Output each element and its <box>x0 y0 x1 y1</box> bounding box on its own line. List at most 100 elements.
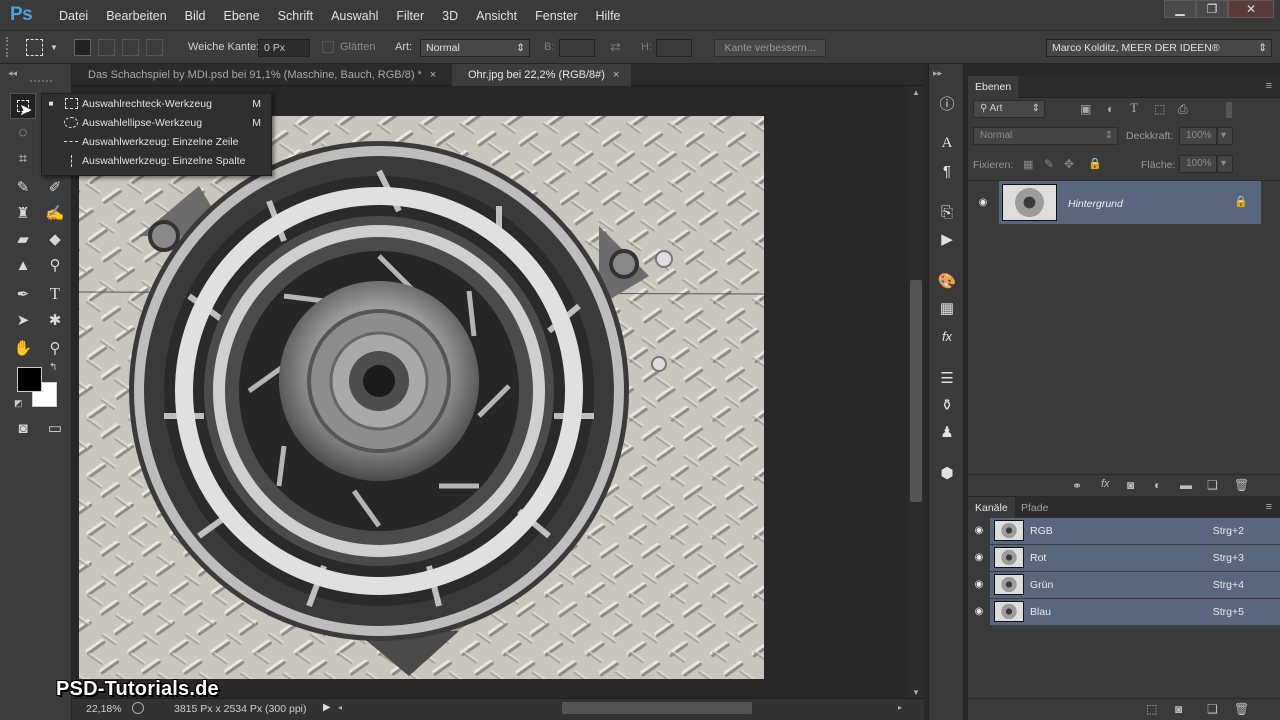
add-to-selection-icon[interactable] <box>98 39 115 56</box>
new-group-icon[interactable]: ▬ <box>1180 478 1192 492</box>
menu-bearbeiten[interactable]: Bearbeiten <box>97 9 175 23</box>
tab-schachspiel[interactable]: Das Schachspiel by MDI.psd bei 91,1% (Ma… <box>72 64 448 86</box>
add-mask-icon[interactable]: ◙ <box>1127 478 1134 492</box>
menu-filter[interactable]: Filter <box>387 9 433 23</box>
opacity-dropdown-icon[interactable]: ▾ <box>1217 127 1233 145</box>
filter-toggle-switch[interactable] <box>1226 102 1232 118</box>
new-selection-icon[interactable] <box>74 39 91 56</box>
export-icon[interactable] <box>132 702 144 714</box>
paint-bucket-tool[interactable]: ◆ <box>42 226 68 252</box>
delete-layer-icon[interactable]: 🗑 <box>1234 478 1249 492</box>
filter-type-icon[interactable]: T <box>1130 100 1138 116</box>
screen-mode-button[interactable]: ▭ <box>42 415 68 441</box>
channel-row-rot[interactable]: ◉ Rot Strg+3 <box>968 545 1280 571</box>
width-input[interactable] <box>559 39 595 57</box>
channel-row-rgb[interactable]: ◉ RGB Strg+2 <box>968 518 1280 544</box>
tab-kanaele[interactable]: Kanäle <box>968 497 1015 519</box>
blur-tool[interactable]: ▲ <box>10 252 36 278</box>
vertical-scroll-thumb[interactable] <box>910 280 922 502</box>
panel-menu-icon[interactable]: ≡ <box>1266 501 1272 513</box>
filter-pixel-icon[interactable]: ▣ <box>1080 102 1091 116</box>
menu-hilfe[interactable]: Hilfe <box>587 9 630 23</box>
clone-source-icon[interactable]: ♟ <box>935 420 959 444</box>
opacity-input[interactable]: 100% <box>1179 127 1217 145</box>
tab-ohr[interactable]: Ohr.jpg bei 22,2% (RGB/8#) × <box>452 64 632 86</box>
menu-3d[interactable]: 3D <box>433 9 467 23</box>
info-panel-icon[interactable]: ⓘ <box>935 91 959 115</box>
tab-pfade[interactable]: Pfade <box>1014 497 1055 519</box>
scroll-right-icon[interactable]: ▸ <box>898 703 902 712</box>
scroll-left-icon[interactable]: ◂ <box>338 703 342 712</box>
feather-input[interactable]: 0 Px <box>258 39 310 57</box>
menu-ebene[interactable]: Ebene <box>215 9 269 23</box>
tab-ebenen[interactable]: Ebenen <box>968 76 1019 98</box>
preset-dropdown-icon[interactable]: ▼ <box>50 43 58 52</box>
minimize-button[interactable]: ▁ <box>1164 0 1196 18</box>
workspace-select[interactable]: Marco Kolditz, MEER DER IDEEN® ⇕ <box>1046 39 1272 57</box>
lock-pixels-icon[interactable]: ✎ <box>1044 157 1054 171</box>
options-grip[interactable] <box>6 37 12 57</box>
quick-mask-button[interactable]: ◙ <box>10 415 36 441</box>
link-layers-icon[interactable]: ⚭ <box>1072 479 1082 493</box>
refine-edge-button[interactable]: Kante verbessern... <box>714 39 826 57</box>
flyout-single-row-marquee[interactable]: Auswahlwerkzeug: Einzelne Zeile <box>42 132 271 151</box>
custom-shape-tool[interactable]: ✱ <box>42 307 68 333</box>
height-input[interactable] <box>656 39 692 57</box>
fill-input[interactable]: 100% <box>1179 155 1217 173</box>
status-menu-arrow-icon[interactable]: ▶ <box>323 702 331 713</box>
hand-tool[interactable]: ✋ <box>10 335 36 361</box>
flyout-single-column-marquee[interactable]: Auswahlwerkzeug: Einzelne Spalte <box>42 151 271 170</box>
default-colors-icon[interactable]: ◩ <box>14 398 23 409</box>
filter-shape-icon[interactable]: ⬚ <box>1154 102 1165 116</box>
pen-tool[interactable]: ✒ <box>10 281 36 307</box>
layer-name[interactable]: Hintergrund <box>1068 198 1123 210</box>
visibility-cell[interactable]: ◉ <box>968 518 990 544</box>
foreground-color-front[interactable] <box>17 367 42 392</box>
history-panel-icon[interactable]: ⎘ <box>935 200 959 224</box>
document-image[interactable] <box>79 116 764 679</box>
panel-menu-icon[interactable]: ≡ <box>1266 80 1272 92</box>
paragraph-panel-icon[interactable]: ¶ <box>935 159 959 183</box>
lock-transparency-icon[interactable]: ▦ <box>1023 158 1033 171</box>
layer-filter-select[interactable]: ⚲ Art ⇕ <box>973 100 1045 118</box>
menu-ansicht[interactable]: Ansicht <box>467 9 526 23</box>
collapse-toolbar-icon[interactable]: ◂◂ <box>8 68 17 79</box>
marquee-tool-preset-icon[interactable] <box>26 39 43 56</box>
flyout-elliptical-marquee[interactable]: Auswahlellipse-Werkzeug M <box>42 113 271 132</box>
subtract-selection-icon[interactable] <box>122 39 139 56</box>
channel-row-gruen[interactable]: ◉ Grün Strg+4 <box>968 572 1280 598</box>
scroll-up-icon[interactable]: ▲ <box>912 88 920 97</box>
filter-smartobject-icon[interactable]: ⎙ <box>1178 102 1188 117</box>
layer-visibility-cell[interactable]: ◉ <box>968 181 999 224</box>
blend-mode-select[interactable]: Normal ⇕ <box>973 127 1118 145</box>
layer-style-icon[interactable]: fx <box>1101 478 1110 490</box>
fill-dropdown-icon[interactable]: ▾ <box>1217 155 1233 173</box>
toolbar-grip[interactable] <box>30 80 52 82</box>
menu-fenster[interactable]: Fenster <box>526 9 586 23</box>
actions-panel-icon[interactable]: ▶ <box>935 227 959 251</box>
collapse-dock-icon[interactable]: ▸▸ <box>933 68 942 79</box>
history-brush-tool[interactable]: ✍ <box>42 200 68 226</box>
eraser-tool[interactable]: ▰ <box>10 226 36 252</box>
color-panel-icon[interactable]: 🎨 <box>935 269 959 293</box>
new-adjustment-icon[interactable]: ◐ <box>1154 478 1161 492</box>
clone-stamp-tool[interactable]: ♜ <box>10 200 36 226</box>
adjustments-panel-icon[interactable]: ☰ <box>935 366 959 390</box>
scroll-down-icon[interactable]: ▼ <box>912 688 920 697</box>
character-panel-icon[interactable]: A <box>935 131 959 155</box>
menu-datei[interactable]: Datei <box>50 9 97 23</box>
3d-panel-icon[interactable]: ⬢ <box>935 461 959 485</box>
zoom-tool[interactable]: ⚲ <box>42 335 68 361</box>
visibility-cell[interactable]: ◉ <box>968 599 990 625</box>
swap-colors-icon[interactable]: ↰ <box>49 362 57 373</box>
brush-tool[interactable]: ✐ <box>42 174 68 200</box>
horizontal-scroll-thumb[interactable] <box>562 702 752 714</box>
dodge-tool[interactable]: ⚲ <box>42 252 68 278</box>
maximize-button[interactable]: ❐ <box>1196 0 1228 18</box>
new-channel-icon[interactable]: ❑ <box>1207 702 1218 716</box>
path-selection-tool[interactable]: ➤ <box>10 307 36 333</box>
delete-channel-icon[interactable]: 🗑 <box>1234 702 1249 716</box>
visibility-cell[interactable]: ◉ <box>968 545 990 571</box>
save-selection-channel-icon[interactable]: ◙ <box>1175 702 1182 716</box>
swatches-panel-icon[interactable]: ▦ <box>935 296 959 320</box>
